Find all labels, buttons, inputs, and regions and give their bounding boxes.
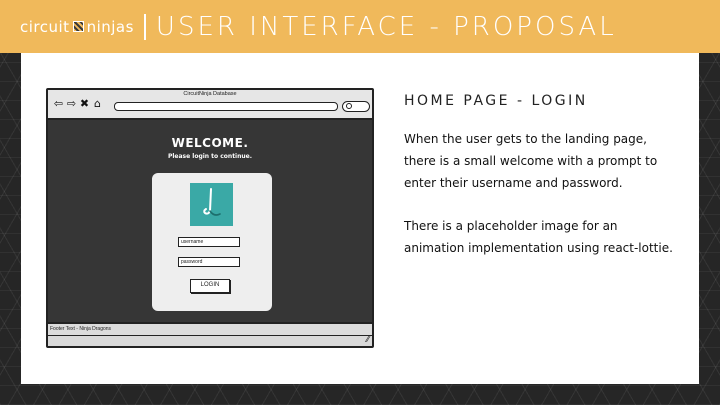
wireframe-login-page: WELCOME. Please login to continue. usern… [48,120,372,324]
wireframe-footer-text: Footer Text - Ninja Dragons [50,326,112,332]
description-paragraph-1: When the user gets to the landing page, … [404,132,658,190]
ninja-logo-icon [72,21,84,32]
home-icon: ⌂ [94,97,101,110]
animation-placeholder-image [190,183,233,226]
back-arrow-icon: ⇦ [53,97,64,110]
wireframe-nav-icons: ⇦ ⇨ ✖ ⌂ [53,98,103,109]
wireframe-url-bar [114,102,338,111]
wireframe-footer: Footer Text - Ninja Dragons [48,324,372,336]
header-divider [143,13,146,40]
wireframe-search-box [342,101,370,112]
brand-text-circuit: circuit [20,17,70,36]
close-x-icon: ✖ [79,97,90,110]
slide-title: USER INTERFACE - PROPOSAL [155,11,617,42]
wireframe-welcome-subtitle: Please login to continue. [167,153,253,160]
search-icon [346,103,352,109]
wireframe-password-field: password [178,257,240,267]
wireframe-login-button: LOGIN [190,279,230,293]
wireframe-window: CircuitNinja Database ⇦ ⇨ ✖ ⌂ WELCOME. P… [46,88,374,348]
slide-panel: CircuitNinja Database ⇦ ⇨ ✖ ⌂ WELCOME. P… [21,53,699,384]
wireframe-welcome-heading: WELCOME. [171,136,249,150]
wireframe-username-field: username [178,237,240,247]
description-paragraph-2: There is a placeholder image for an anim… [404,219,673,255]
ninja-animation-icon [203,188,221,216]
wireframe-login-card: username password LOGIN [152,173,272,311]
brand-logo: circuit ninjas [20,18,134,36]
wireframe-browser-bar: CircuitNinja Database ⇦ ⇨ ✖ ⌂ [48,90,372,120]
section-heading: HOME PAGE - LOGIN [404,93,588,109]
forward-arrow-icon: ⇨ [66,97,77,110]
resize-grip-icon: ⁄⁄ [366,335,369,344]
brand-text-ninjas: ninjas [86,17,134,36]
slide-header: circuit ninjas USER INTERFACE - PROPOSAL [0,0,720,53]
